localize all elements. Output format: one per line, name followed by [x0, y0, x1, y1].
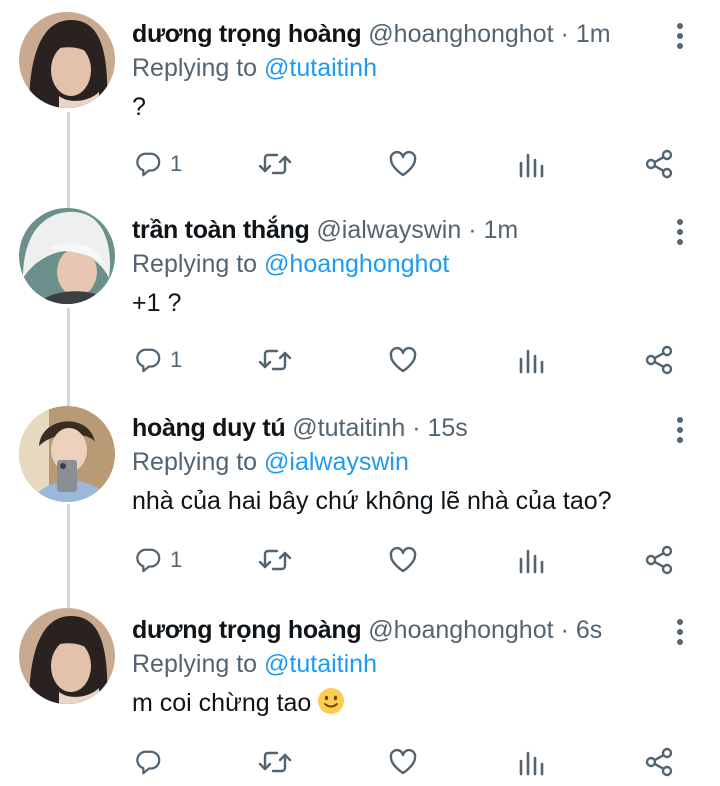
- retweet-button[interactable]: [258, 542, 292, 578]
- avatar[interactable]: [19, 208, 115, 304]
- like-button[interactable]: [388, 342, 418, 378]
- tweet[interactable]: hoàng duy tú @tutaitinh · 15s Replying t…: [0, 394, 720, 594]
- like-icon: [388, 149, 418, 179]
- timestamp[interactable]: 1m: [484, 216, 519, 244]
- share-button[interactable]: [644, 744, 674, 780]
- more-icon[interactable]: [668, 20, 692, 52]
- retweet-icon: [258, 149, 292, 179]
- reply-icon: [134, 748, 162, 776]
- reply-icon: [134, 150, 162, 178]
- user-handle[interactable]: @tutaitinh: [292, 414, 405, 442]
- display-name[interactable]: dương trọng hoàng: [132, 20, 362, 48]
- views-icon: [516, 545, 546, 575]
- like-icon: [388, 345, 418, 375]
- retweet-icon: [258, 545, 292, 575]
- reply-count: 1: [170, 151, 183, 176]
- share-button[interactable]: [644, 542, 674, 578]
- share-icon: [644, 149, 674, 179]
- replying-label: Replying to: [132, 448, 258, 476]
- avatar[interactable]: [19, 12, 115, 108]
- separator-dot: ·: [468, 216, 477, 244]
- retweet-button[interactable]: [258, 146, 292, 182]
- avatar[interactable]: [19, 608, 115, 704]
- smile-emoji-icon: [318, 688, 345, 714]
- tweet-text: +1 ?: [132, 289, 182, 317]
- action-bar: 1: [0, 542, 720, 582]
- reply-button[interactable]: 1: [134, 342, 182, 378]
- like-button[interactable]: [388, 744, 418, 780]
- display-name[interactable]: hoàng duy tú: [132, 414, 286, 442]
- replying-to: Replying to @tutaitinh: [132, 648, 377, 680]
- mention-link[interactable]: @tutaitinh: [264, 650, 377, 678]
- retweet-icon: [258, 345, 292, 375]
- share-button[interactable]: [644, 342, 674, 378]
- mention-link[interactable]: @ialwayswin: [264, 448, 409, 476]
- mention-link[interactable]: @tutaitinh: [264, 54, 377, 82]
- separator-dot: ·: [412, 414, 421, 442]
- share-button[interactable]: [644, 146, 674, 182]
- tweet-text: m coi chừng tao: [132, 686, 345, 720]
- avatar[interactable]: [19, 406, 115, 502]
- reply-count: 1: [170, 347, 183, 372]
- like-icon: [388, 545, 418, 575]
- views-button[interactable]: [516, 342, 546, 378]
- views-button[interactable]: [516, 542, 546, 578]
- reply-icon: [134, 546, 162, 574]
- display-name[interactable]: trần toàn thắng: [132, 216, 310, 244]
- separator-dot: ·: [560, 616, 569, 644]
- tweet-header: trần toàn thắng @ialwayswin · 1m: [132, 214, 518, 246]
- tweet[interactable]: dương trọng hoàng @hoanghonghot · 1m Rep…: [0, 0, 720, 196]
- share-icon: [644, 345, 674, 375]
- views-button[interactable]: [516, 146, 546, 182]
- tweet-header: dương trọng hoàng @hoanghonghot · 6s: [132, 614, 602, 646]
- mention-link[interactable]: @hoanghonghot: [264, 250, 449, 278]
- reply-button[interactable]: [134, 744, 162, 780]
- action-bar: 1: [0, 342, 720, 382]
- like-icon: [388, 747, 418, 777]
- separator-dot: ·: [560, 20, 569, 48]
- views-button[interactable]: [516, 744, 546, 780]
- user-handle[interactable]: @hoanghonghot: [368, 20, 553, 48]
- tweet[interactable]: dương trọng hoàng @hoanghonghot · 6s Rep…: [0, 596, 720, 786]
- user-handle[interactable]: @ialwayswin: [316, 216, 461, 244]
- reply-count: 1: [170, 547, 183, 572]
- like-button[interactable]: [388, 542, 418, 578]
- tweet-text: ?: [132, 93, 146, 121]
- more-icon[interactable]: [668, 616, 692, 648]
- reply-button[interactable]: 1: [134, 542, 182, 578]
- retweet-button[interactable]: [258, 342, 292, 378]
- timestamp[interactable]: 1m: [576, 20, 611, 48]
- views-icon: [516, 149, 546, 179]
- views-icon: [516, 747, 546, 777]
- timestamp[interactable]: 15s: [427, 414, 467, 442]
- replying-label: Replying to: [132, 250, 258, 278]
- replying-label: Replying to: [132, 650, 258, 678]
- replying-to: Replying to @tutaitinh: [132, 52, 377, 84]
- replying-label: Replying to: [132, 54, 258, 82]
- tweet-text: nhà của hai bây chứ không lẽ nhà của tao…: [132, 487, 612, 515]
- more-icon[interactable]: [668, 414, 692, 446]
- action-bar: [0, 744, 720, 784]
- replying-to: Replying to @hoanghonghot: [132, 248, 449, 280]
- retweet-button[interactable]: [258, 744, 292, 780]
- more-icon[interactable]: [668, 216, 692, 248]
- reply-button[interactable]: 1: [134, 146, 182, 182]
- tweet-header: hoàng duy tú @tutaitinh · 15s: [132, 412, 468, 444]
- replying-to: Replying to @ialwayswin: [132, 446, 409, 478]
- share-icon: [644, 545, 674, 575]
- reply-icon: [134, 346, 162, 374]
- display-name[interactable]: dương trọng hoàng: [132, 616, 362, 644]
- tweet[interactable]: trần toàn thắng @ialwayswin · 1m Replyin…: [0, 196, 720, 392]
- retweet-icon: [258, 747, 292, 777]
- tweet-header: dương trọng hoàng @hoanghonghot · 1m: [132, 18, 611, 50]
- timestamp[interactable]: 6s: [576, 616, 602, 644]
- like-button[interactable]: [388, 146, 418, 182]
- tweet-text-content: m coi chừng tao: [132, 689, 312, 717]
- views-icon: [516, 345, 546, 375]
- user-handle[interactable]: @hoanghonghot: [368, 616, 553, 644]
- share-icon: [644, 747, 674, 777]
- action-bar: 1: [0, 146, 720, 186]
